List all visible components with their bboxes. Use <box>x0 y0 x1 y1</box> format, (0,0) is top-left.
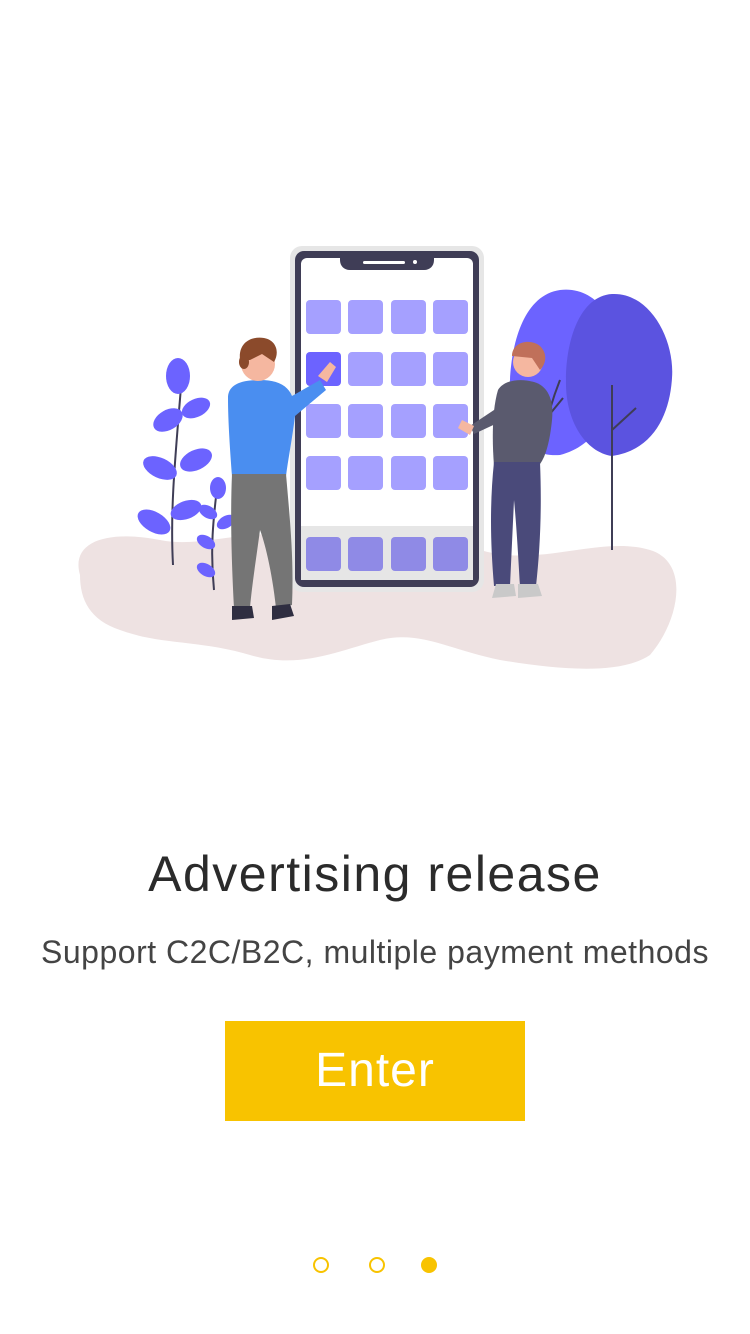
page-dot-2[interactable] <box>369 1257 385 1273</box>
onboarding-title: Advertising release <box>148 846 602 902</box>
page-dot-3[interactable] <box>421 1257 437 1273</box>
app-grid-illustration-icon <box>78 246 677 669</box>
onboarding-subtitle: Support C2C/B2C, multiple payment method… <box>41 934 709 970</box>
enter-button[interactable]: Enter <box>225 1021 525 1121</box>
page-indicator <box>0 1255 750 1275</box>
page-dot-1[interactable] <box>313 1257 329 1273</box>
onboarding-illustration <box>0 230 750 680</box>
